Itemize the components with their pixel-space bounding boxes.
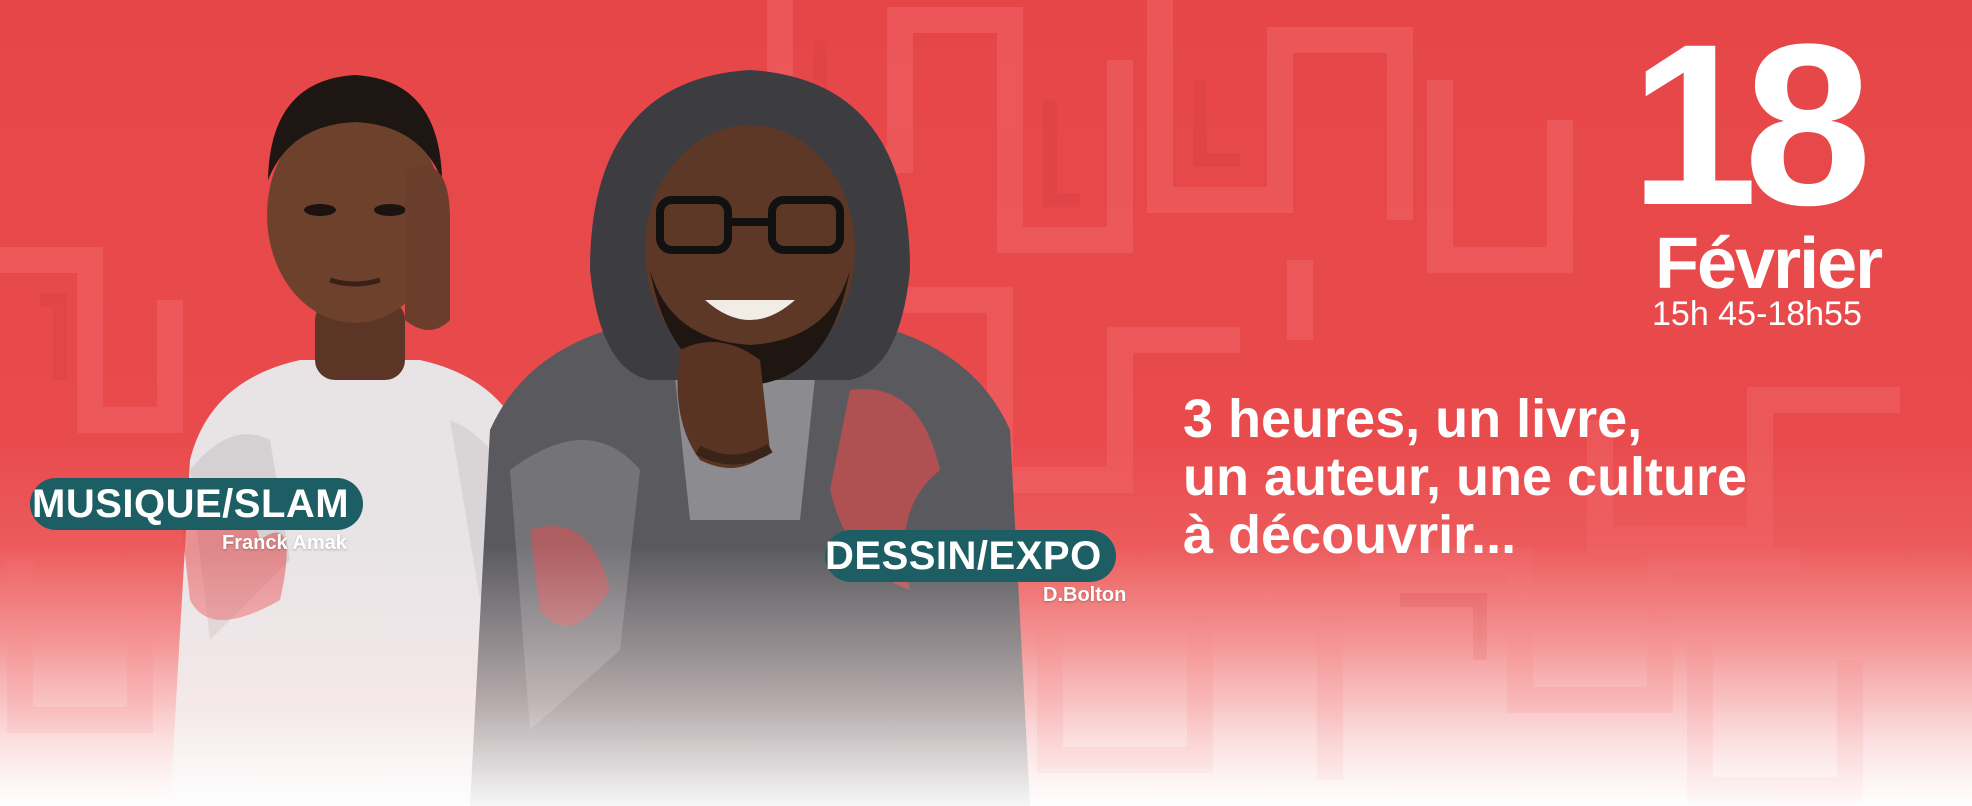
- tagline-line-3: à découvrir...: [1183, 505, 1517, 565]
- event-time: 15h 45-18h55: [1652, 295, 1862, 333]
- category-tag-music: MUSIQUE/SLAM: [30, 478, 364, 530]
- category-tag-drawing: DESSIN/EXPO: [825, 530, 1116, 582]
- tagline: 3 heures, un livre, un auteur, une cultu…: [1183, 390, 1923, 564]
- performer-name: D.Bolton: [1043, 584, 1127, 606]
- performer-name: Franck Amak: [222, 532, 347, 554]
- event-month: Février: [1655, 224, 1883, 304]
- tagline-line-2: un auteur, une culture: [1183, 447, 1748, 507]
- category-label: MUSIQUE/SLAM: [32, 482, 350, 526]
- bottom-fade-overlay: [0, 546, 1972, 806]
- event-banner: MUSIQUE/SLAM Franck Amak DESSIN/EXPO D.B…: [0, 0, 1972, 806]
- event-day: 18: [1630, 0, 1872, 253]
- tagline-line-1: 3 heures, un livre,: [1183, 389, 1643, 449]
- category-label: DESSIN/EXPO: [825, 534, 1102, 578]
